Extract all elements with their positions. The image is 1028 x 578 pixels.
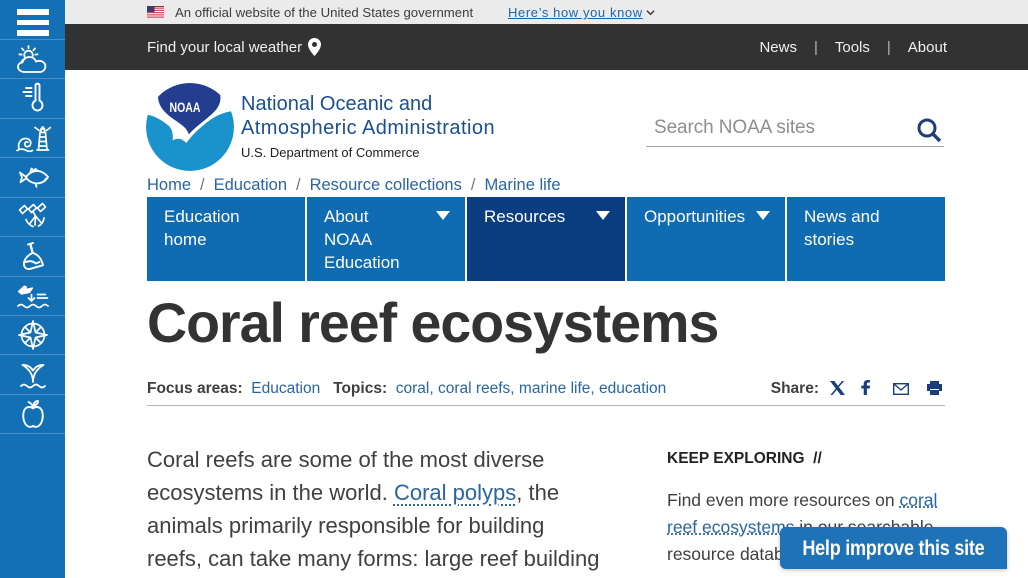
svg-text:NOAA: NOAA — [170, 99, 201, 115]
